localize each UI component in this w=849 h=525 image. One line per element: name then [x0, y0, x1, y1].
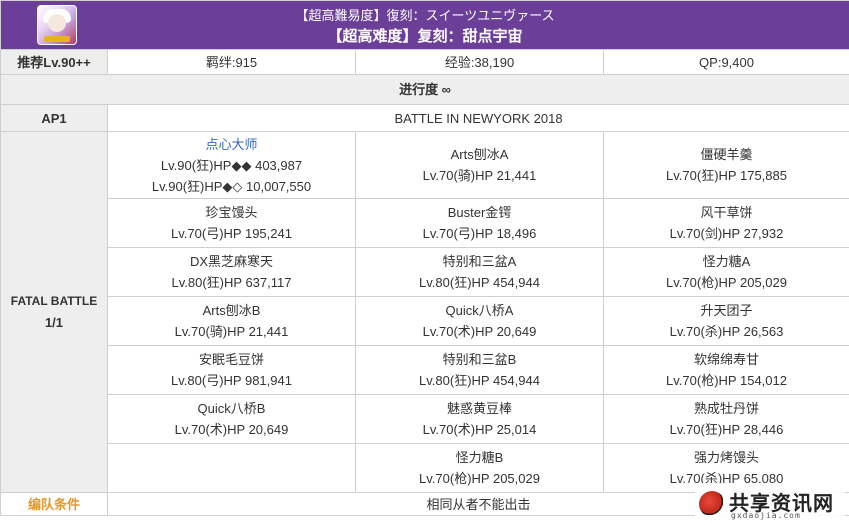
enemy-row: FATAL BATTLE 1/1 点心大师 Lv.90(狂)HP◆◆ 403,987 L…: [0, 131, 849, 493]
enemy-row: 安眠毛豆饼 Lv.80(弓)HP 981,941 特别和三盆B Lv.80(狂)HP …: [1, 345, 849, 395]
fatal-battle-title: FATAL BATTLE: [10, 294, 98, 308]
enemy-stat: Lv.70(弓)HP 195,241: [171, 226, 292, 241]
bond-reward: 羁绊:915: [107, 49, 356, 75]
enemy-name: 特别和三盆A: [442, 254, 517, 269]
enemy-name: 风干草饼: [700, 205, 753, 220]
enemy-cell: 珍宝馒头 Lv.70(弓)HP 195,241: [107, 198, 356, 248]
enemy-stat: Lv.70(术)HP 20,649: [174, 422, 289, 437]
site-watermark: 共享资讯网 gxdaojia.com: [695, 483, 845, 525]
rewards-row: 推荐Lv.90++ 羁绊:915 经验:38,190 QP:9,400: [0, 49, 849, 75]
enemy-cell: 僵硬羊羹 Lv.70(狂)HP 175,885: [602, 131, 849, 199]
fatal-battle-label: FATAL BATTLE 1/1: [0, 131, 108, 493]
enemy-cell: Quick八桥B Lv.70(术)HP 20,649: [107, 394, 356, 444]
enemy-cell: Arts刨冰A Lv.70(骑)HP 21,441: [355, 131, 604, 199]
exp-reward: 经验:38,190: [355, 49, 604, 75]
enemy-name: DX黑芝麻寒天: [189, 254, 274, 269]
enemy-cell: 怪力糖A Lv.70(枪)HP 205,029: [602, 247, 849, 297]
enemy-name: Arts刨冰B: [202, 303, 261, 318]
enemy-name: 怪力糖A: [702, 254, 751, 269]
servant-avatar[interactable]: [37, 5, 77, 45]
avatar-face: [48, 14, 66, 32]
enemy-stat: Lv.70(枪)HP 154,012: [666, 373, 787, 388]
enemy-cell: 点心大师 Lv.90(狂)HP◆◆ 403,987 Lv.90(狂)HP◆◇ 10,…: [107, 131, 356, 199]
quest-page: 【超高難易度】復刻：スイーツユニヴァース 【超高难度】复刻：甜点宇宙 推荐Lv.…: [0, 0, 849, 525]
enemy-stat: Lv.70(杀)HP 26,563: [669, 324, 784, 339]
enemy-stat: Lv.80(狂)HP 454,944: [419, 373, 540, 388]
enemy-stat: Lv.80(弓)HP 981,941: [171, 373, 292, 388]
enemy-cell: [107, 443, 356, 493]
enemy-cell: Buster金锷 Lv.70(弓)HP 18,496: [355, 198, 604, 248]
enemy-name: 熟成牡丹饼: [694, 401, 760, 416]
enemy-cell: 特别和三盆B Lv.80(狂)HP 454,944: [355, 345, 604, 395]
enemy-row: 珍宝馒头 Lv.70(弓)HP 195,241 Buster金锷 Lv.70(弓)HP…: [1, 198, 849, 248]
quest-header: 【超高難易度】復刻：スイーツユニヴァース 【超高难度】复刻：甜点宇宙: [0, 0, 849, 50]
enemy-name: 升天团子: [700, 303, 753, 318]
recommend-level: 推荐Lv.90++: [0, 49, 108, 75]
enemy-stat: Lv.70(弓)HP 18,496: [422, 226, 537, 241]
enemy-stat: Lv.90(狂)HP◆◆ 403,987: [160, 157, 303, 173]
enemy-name: Quick八桥B: [197, 401, 266, 416]
enemy-cell: 魅惑黄豆棒 Lv.70(术)HP 25,014: [355, 394, 604, 444]
enemy-stat: Lv.70(骑)HP 21,441: [422, 168, 537, 183]
enemy-name: 僵硬羊羹: [700, 147, 753, 162]
enemy-stat: Lv.70(骑)HP 21,441: [174, 324, 289, 339]
enemy-cell: Arts刨冰B Lv.70(骑)HP 21,441: [107, 296, 356, 346]
enemy-stat: Lv.90(狂)HP◆◇ 10,007,550: [151, 178, 312, 194]
enemy-cell: 风干草饼 Lv.70(剑)HP 27,932: [602, 198, 849, 248]
enemy-cell: 熟成牡丹饼 Lv.70(狂)HP 28,446: [602, 394, 849, 444]
enemy-stat: Lv.70(剑)HP 27,932: [669, 226, 784, 241]
enemy-name: 珍宝馒头: [205, 205, 258, 220]
enemy-name: 魅惑黄豆棒: [446, 401, 512, 416]
enemy-row: DX黑芝麻寒天 Lv.80(狂)HP 637,117 特别和三盆A Lv.80(狂)H…: [1, 247, 849, 297]
boss-name-link[interactable]: 点心大师: [108, 134, 355, 155]
quest-title-cn: 【超高难度】复刻：甜点宇宙: [327, 27, 523, 45]
progress-bar: 进行度 ∞: [0, 74, 849, 105]
enemy-grid: FATAL BATTLE 1/1 点心大师 Lv.90(狂)HP◆◆ 403,987 L…: [0, 131, 849, 493]
fatal-battle-count: 1/1: [44, 315, 64, 330]
formation-label: 编队条件: [0, 492, 108, 516]
enemy-name: Buster金锷: [447, 205, 512, 220]
qp-reward: QP:9,400: [602, 49, 849, 75]
enemy-stat: Lv.80(狂)HP 637,117: [171, 275, 292, 290]
enemy-stat: Lv.80(狂)HP 454,944: [419, 275, 540, 290]
enemy-cell: 软绵绵寿甘 Lv.70(枪)HP 154,012: [602, 345, 849, 395]
enemy-stat: Lv.70(术)HP 25,014: [422, 422, 537, 437]
enemy-stat: Lv.70(术)HP 20,649: [422, 324, 537, 339]
enemy-cell: Quick八桥A Lv.70(术)HP 20,649: [355, 296, 604, 346]
enemy-name: Arts刨冰A: [450, 147, 509, 162]
enemy-cell: DX黑芝麻寒天 Lv.80(狂)HP 637,117: [107, 247, 356, 297]
enemy-stat: Lv.70(枪)HP 205,029: [666, 275, 787, 290]
quest-header-row: 【超高難易度】復刻：スイーツユニヴァース 【超高难度】复刻：甜点宇宙: [0, 0, 849, 50]
enemy-cell: 特别和三盆A Lv.80(狂)HP 454,944: [355, 247, 604, 297]
enemy-cell: 安眠毛豆饼 Lv.80(弓)HP 981,941: [107, 345, 356, 395]
enemy-cell: 怪力糖B Lv.70(枪)HP 205,029: [355, 443, 604, 493]
watermark-domain: gxdaojia.com: [731, 511, 801, 520]
enemy-name: Quick八桥A: [445, 303, 514, 318]
enemy-name: 软绵绵寿甘: [694, 352, 760, 367]
enemy-name: 特别和三盆B: [442, 352, 517, 367]
enemy-name: 安眠毛豆饼: [198, 352, 264, 367]
enemy-name: 怪力糖B: [455, 450, 504, 465]
avatar-badge: [44, 36, 70, 42]
ap-row: AP1 BATTLE IN NEWYORK 2018: [0, 104, 849, 132]
ap-cost: AP1: [0, 104, 108, 132]
enemy-stat: Lv.70(枪)HP 205,029: [419, 471, 540, 486]
battle-title: BATTLE IN NEWYORK 2018: [106, 104, 849, 132]
enemy-stat: Lv.70(狂)HP 28,446: [669, 422, 784, 437]
enemy-row: Quick八桥B Lv.70(术)HP 20,649 魅惑黄豆棒 Lv.70(术)HP…: [1, 394, 849, 444]
quest-table: 【超高難易度】復刻：スイーツユニヴァース 【超高难度】复刻：甜点宇宙 推荐Lv.…: [0, 0, 849, 516]
enemy-stat: Lv.70(狂)HP 175,885: [666, 168, 787, 183]
watermark-logo-icon: [699, 491, 725, 517]
enemy-name: 强力烤馒头: [694, 450, 760, 465]
enemy-cell: 升天团子 Lv.70(杀)HP 26,563: [602, 296, 849, 346]
progress-row: 进行度 ∞: [0, 74, 849, 105]
quest-title-jp: 【超高難易度】復刻：スイーツユニヴァース: [295, 7, 555, 23]
enemy-row: Arts刨冰B Lv.70(骑)HP 21,441 Quick八桥A Lv.70(术)…: [1, 296, 849, 346]
